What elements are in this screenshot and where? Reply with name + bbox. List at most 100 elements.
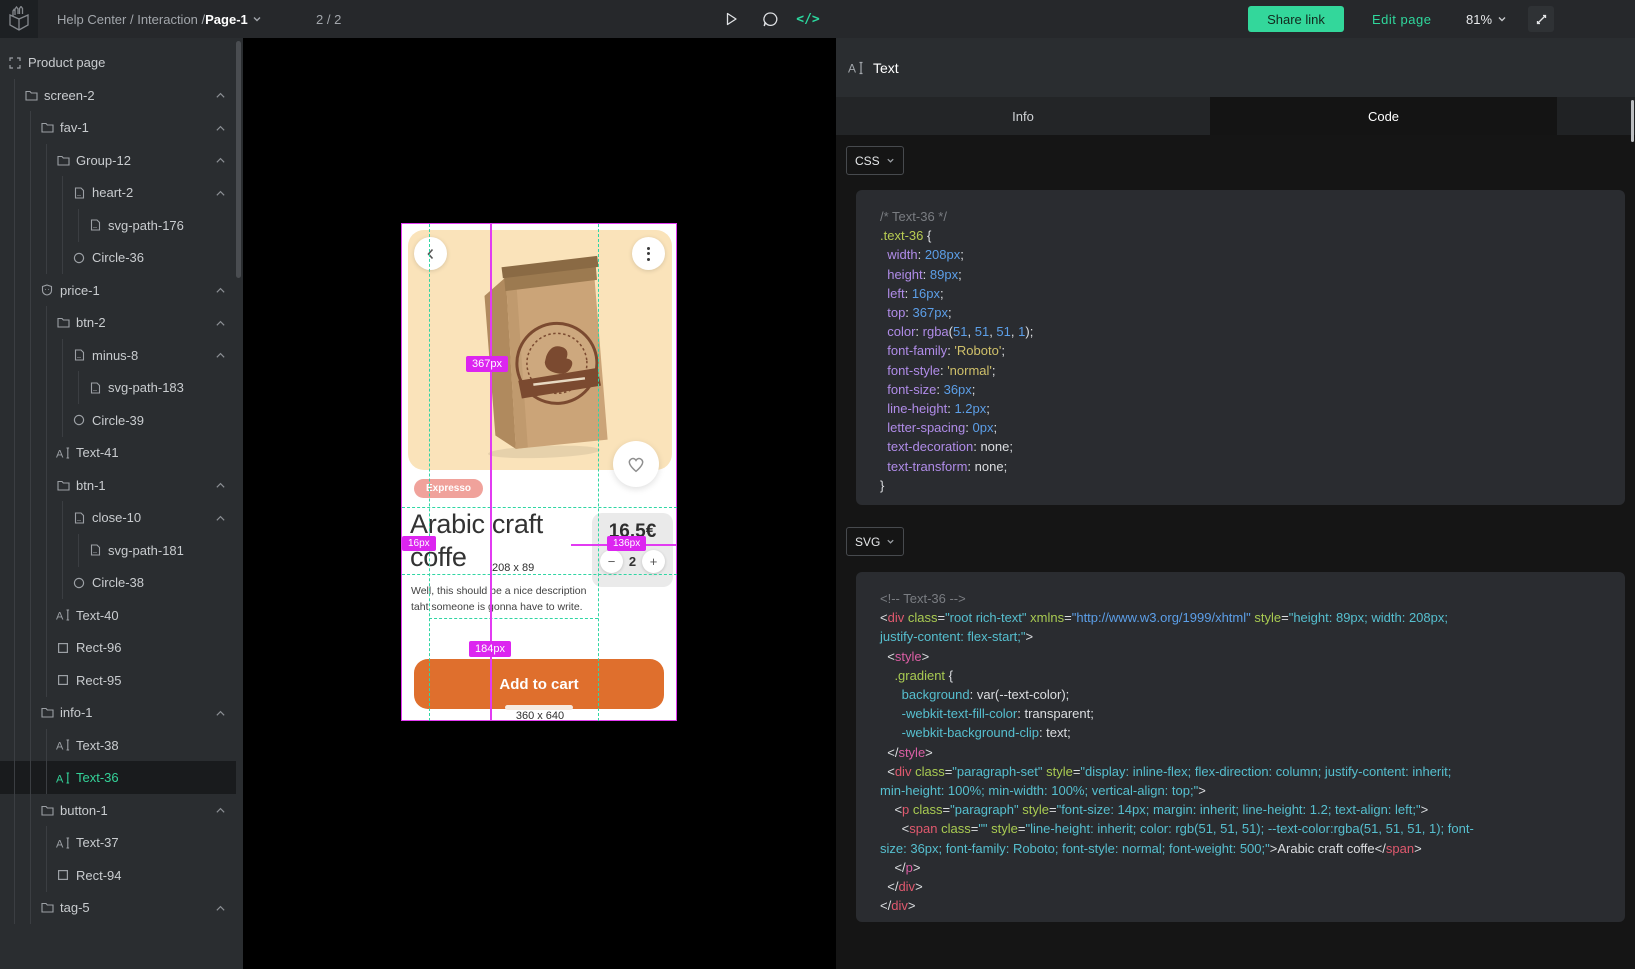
decrease-quantity-button[interactable]: −	[600, 550, 623, 573]
layer-item-Text-36[interactable]: AText-36	[0, 761, 236, 794]
back-button[interactable]	[414, 237, 447, 270]
chevron-up-icon[interactable]	[215, 91, 226, 99]
css-code-block[interactable]: /* Text-36 */.text-36 { width: 208px; he…	[856, 190, 1625, 505]
layer-label: Text-36	[76, 770, 119, 785]
layer-item-Text-37[interactable]: AText-37	[0, 826, 236, 859]
tree-guide-line	[46, 144, 47, 177]
layer-item-btn-2[interactable]: btn-2	[0, 306, 236, 339]
play-button[interactable]	[716, 0, 746, 38]
panel-scrollbar[interactable]	[1631, 100, 1634, 142]
code-line: line-height: 1.2px;	[880, 399, 1601, 418]
layer-item-svg-path-176[interactable]: svg-path-176	[0, 209, 236, 242]
chevron-up-icon[interactable]	[215, 904, 226, 912]
layer-item-Text-41[interactable]: AText-41	[0, 436, 236, 469]
code-line: color: rgba(51, 51, 51, 1);	[880, 322, 1601, 341]
layer-item-Rect-96[interactable]: Rect-96	[0, 631, 236, 664]
increase-quantity-button[interactable]: +	[642, 550, 665, 573]
layer-label: Text-37	[76, 835, 119, 850]
layer-item-button-1[interactable]: button-1	[0, 794, 236, 827]
tree-guide-line	[46, 501, 47, 534]
share-link-button[interactable]: Share link	[1248, 6, 1344, 32]
layer-item-Group-12[interactable]: Group-12	[0, 144, 236, 177]
chevron-up-icon[interactable]	[215, 189, 226, 197]
layer-item-Circle-38[interactable]: Circle-38	[0, 566, 236, 599]
code-view-button[interactable]: </>	[793, 0, 823, 38]
device-screen[interactable]: Expresso Arabic craft coffe 208 x 89 16.…	[401, 223, 677, 721]
layer-label: btn-1	[76, 478, 106, 493]
chevron-up-icon[interactable]	[215, 709, 226, 717]
layer-item-Product page[interactable]: Product page	[0, 46, 236, 79]
top-bar: Help Center / Interaction / Page-1 2 / 2…	[0, 0, 1635, 38]
tree-guide-line	[62, 566, 63, 599]
code-line: size: 36px; font-family: Roboto; font-st…	[880, 839, 1601, 858]
tree-guide-line	[14, 111, 15, 144]
code-line: letter-spacing: 0px;	[880, 418, 1601, 437]
layer-item-Rect-94[interactable]: Rect-94	[0, 859, 236, 892]
layer-item-svg-path-183[interactable]: svg-path-183	[0, 371, 236, 404]
zoom-level: 81%	[1466, 12, 1492, 27]
layer-item-minus-8[interactable]: minus-8	[0, 339, 236, 372]
svg-format-select[interactable]: SVG	[846, 527, 904, 556]
tab-info[interactable]: Info	[836, 97, 1210, 135]
tree-guide-line	[14, 176, 15, 209]
comments-button[interactable]	[755, 0, 785, 38]
text-icon: A	[56, 446, 70, 460]
chevron-up-icon[interactable]	[215, 481, 226, 489]
add-to-cart-button[interactable]: Add to cart	[414, 659, 664, 709]
chevron-up-icon[interactable]	[215, 351, 226, 359]
layer-item-tag-5[interactable]: tag-5	[0, 891, 236, 924]
tree-guide-line	[14, 339, 15, 372]
tree-guide-line	[62, 501, 63, 534]
chevron-up-icon[interactable]	[215, 806, 226, 814]
layer-item-Text-40[interactable]: AText-40	[0, 599, 236, 632]
favorite-button[interactable]	[613, 441, 659, 487]
layer-item-price-1[interactable]: price-1	[0, 274, 236, 307]
chevron-up-icon[interactable]	[215, 514, 226, 522]
code-line: min-height: 100%; min-width: 100%; verti…	[880, 781, 1601, 800]
layer-item-info-1[interactable]: info-1	[0, 696, 236, 729]
layer-item-Circle-36[interactable]: Circle-36	[0, 241, 236, 274]
category-tag[interactable]: Expresso	[414, 479, 483, 498]
layer-item-Circle-39[interactable]: Circle-39	[0, 404, 236, 437]
fullscreen-button[interactable]	[1528, 6, 1554, 32]
layer-item-close-10[interactable]: close-10	[0, 501, 236, 534]
folder-icon	[56, 478, 70, 492]
svg-format-value: SVG	[855, 535, 880, 549]
layer-label: price-1	[60, 283, 100, 298]
layer-item-Rect-95[interactable]: Rect-95	[0, 664, 236, 697]
play-icon	[724, 11, 739, 27]
css-format-select[interactable]: CSS	[846, 146, 904, 175]
tree-guide-line	[30, 794, 31, 827]
chevron-up-icon[interactable]	[215, 319, 226, 327]
chevron-up-icon[interactable]	[215, 124, 226, 132]
svg-code-block[interactable]: <!-- Text-36 --><div class="root rich-te…	[856, 572, 1625, 922]
tree-guide-line	[46, 664, 47, 697]
edit-page-link[interactable]: Edit page	[1372, 0, 1431, 38]
tree-guide-line	[62, 339, 63, 372]
code-line: left: 16px;	[880, 284, 1601, 303]
tree-guide-line	[30, 111, 31, 144]
layer-item-svg-path-181[interactable]: svg-path-181	[0, 534, 236, 567]
tree-guide-line	[62, 534, 63, 567]
chevron-up-icon[interactable]	[215, 286, 226, 294]
breadcrumb[interactable]: Help Center / Interaction / Page-1	[57, 0, 262, 38]
folder-icon	[24, 88, 38, 102]
layer-item-btn-1[interactable]: btn-1	[0, 469, 236, 502]
tree-guide-line	[14, 274, 15, 307]
tab-code[interactable]: Code	[1210, 97, 1557, 135]
layer-item-Text-38[interactable]: AText-38	[0, 729, 236, 762]
chevron-up-icon[interactable]	[215, 156, 226, 164]
code-icon: </>	[796, 12, 819, 27]
menu-button[interactable]	[632, 237, 665, 270]
tree-guide-line	[46, 176, 47, 209]
layer-item-screen-2[interactable]: screen-2	[0, 79, 236, 112]
code-line: <p class="paragraph" style="font-size: 1…	[880, 800, 1601, 819]
tree-guide-line	[30, 664, 31, 697]
zoom-control[interactable]: 81%	[1466, 0, 1507, 38]
app-logo[interactable]	[0, 0, 38, 38]
sidebar-scrollbar[interactable]	[236, 41, 241, 278]
layer-item-heart-2[interactable]: heart-2	[0, 176, 236, 209]
tree-guide-line	[46, 826, 47, 859]
code-line: </div>	[880, 877, 1601, 896]
layer-item-fav-1[interactable]: fav-1	[0, 111, 236, 144]
